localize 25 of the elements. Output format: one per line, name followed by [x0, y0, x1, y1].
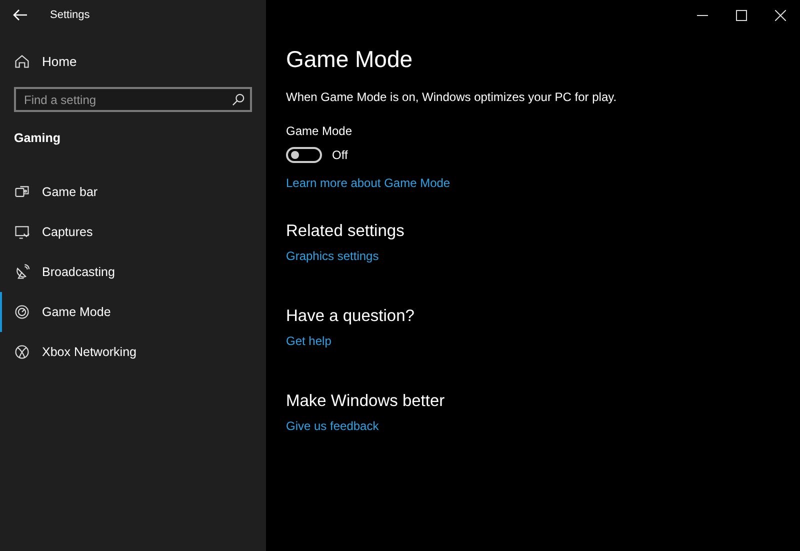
search-field[interactable]: Find a setting — [14, 87, 252, 112]
maximize-icon — [736, 10, 747, 20]
description: When Game Mode is on, Windows optimizes your PC for play. — [286, 90, 617, 104]
search-icon — [232, 93, 245, 106]
window-title: Settings — [50, 9, 90, 21]
back-icon[interactable] — [12, 8, 28, 22]
section-heading: Gaming — [14, 131, 62, 147]
close-icon — [775, 10, 786, 20]
home-icon — [14, 53, 30, 69]
section-link[interactable]: Give us feedback — [286, 419, 379, 433]
toggle-switch[interactable] — [286, 147, 322, 163]
section-heading: Have a question? — [286, 307, 414, 327]
learn-more-link[interactable]: Learn more about Game Mode — [286, 176, 450, 190]
section-heading: Related settings — [286, 222, 404, 242]
nav-item[interactable]: Game bar — [0, 172, 266, 212]
page-title: Game Mode — [286, 46, 413, 74]
nav-item[interactable]: Broadcasting — [0, 252, 266, 292]
section-link[interactable]: Get help — [286, 334, 332, 348]
home-link[interactable]: Home — [14, 51, 266, 71]
toggle-label: Game Mode — [286, 124, 352, 138]
nav-item[interactable]: Xbox Networking — [0, 332, 266, 372]
toggle-state: Off — [332, 148, 348, 162]
section-link[interactable]: Graphics settings — [286, 249, 379, 263]
section-heading: Make Windows better — [286, 392, 445, 412]
nav-item[interactable]: Captures — [0, 212, 266, 252]
